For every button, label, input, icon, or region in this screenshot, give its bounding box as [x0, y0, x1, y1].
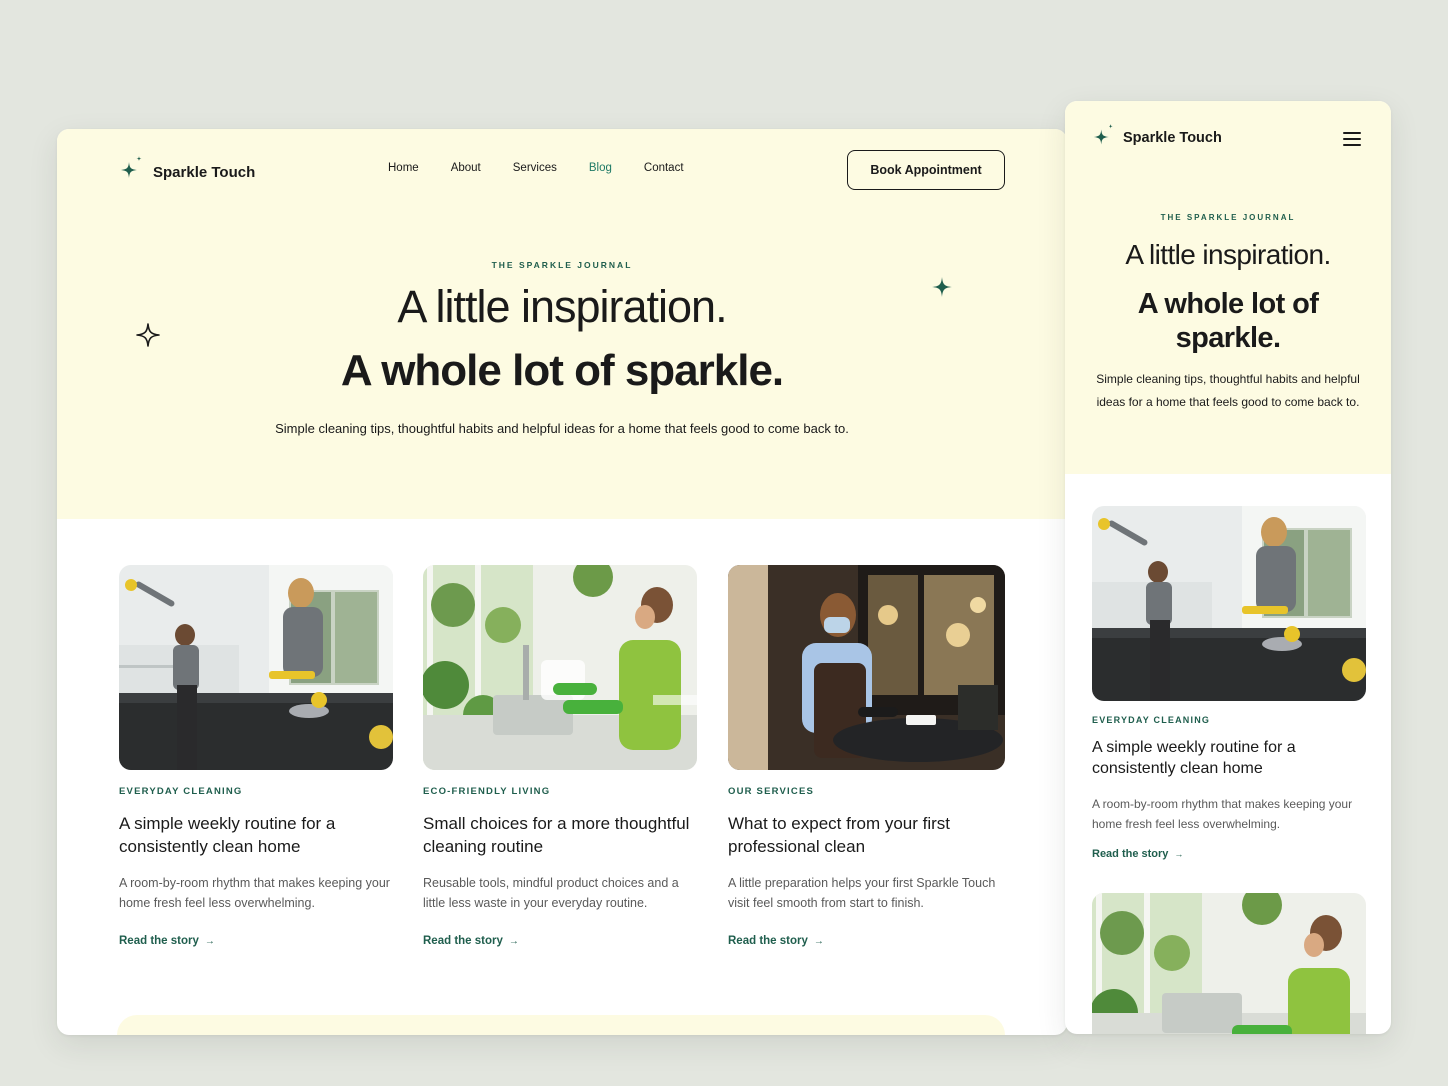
- mobile-post-card[interactable]: EVERYDAY CLEANING A simple weekly routin…: [1092, 506, 1366, 862]
- post-category: EVERYDAY CLEANING: [1092, 715, 1211, 725]
- mobile-hero-title-light: A little inspiration.: [1125, 239, 1331, 270]
- mobile-hero-section: Sparkle Touch THE SPARKLE JOURNAL A litt…: [1065, 101, 1391, 474]
- read-story-label: Read the story: [423, 935, 503, 947]
- arrow-right-icon: →: [204, 935, 215, 947]
- mobile-brand-logo[interactable]: Sparkle Touch: [1090, 121, 1222, 151]
- post-excerpt: Reusable tools, mindful product choices …: [423, 876, 679, 910]
- post-image[interactable]: [1092, 506, 1366, 701]
- hero-eyebrow: THE SPARKLE JOURNAL: [491, 260, 633, 270]
- mobile-brand-name: Sparkle Touch: [1123, 130, 1222, 146]
- post-excerpt: A room-by-room rhythm that makes keeping…: [1092, 797, 1353, 831]
- post-image[interactable]: [423, 565, 697, 770]
- post-excerpt: A room-by-room rhythm that makes keeping…: [119, 876, 390, 910]
- mobile-hero-eyebrow: THE SPARKLE JOURNAL: [1160, 213, 1296, 222]
- post-category: ECO-FRIENDLY LIVING: [423, 786, 551, 797]
- arrow-right-icon: →: [813, 935, 824, 947]
- post-image[interactable]: [119, 565, 393, 770]
- desktop-preview: Sparkle Touch Home About Services Blog C…: [57, 129, 1067, 1035]
- read-story-link[interactable]: Read the story →: [423, 935, 519, 947]
- hamburger-icon[interactable]: [1343, 132, 1361, 146]
- read-story-label: Read the story: [119, 935, 199, 947]
- read-story-link[interactable]: Read the story →: [119, 935, 215, 947]
- post-card[interactable]: EVERYDAY CLEANING A simple weekly routin…: [119, 565, 393, 949]
- hero-subtitle: Simple cleaning tips, thoughtful habits …: [275, 421, 849, 436]
- post-card[interactable]: ECO-FRIENDLY LIVING Small choices for a …: [423, 565, 697, 949]
- post-title[interactable]: A simple weekly routine for a consistent…: [119, 812, 393, 858]
- nav-blog[interactable]: Blog: [589, 162, 612, 174]
- read-story-label: Read the story: [728, 935, 808, 947]
- brand-logo[interactable]: Sparkle Touch: [117, 153, 255, 185]
- arrow-right-icon: →: [508, 935, 519, 947]
- hero-title-bold: A whole lot of sparkle.: [340, 346, 784, 395]
- brand-name: Sparkle Touch: [153, 163, 256, 181]
- arrow-right-icon: →: [1174, 849, 1184, 859]
- hero-title-light: A little inspiration.: [397, 281, 727, 332]
- post-excerpt: A little preparation helps your first Sp…: [728, 876, 996, 910]
- mobile-hero-title-bold: A whole lot of sparkle.: [1137, 288, 1319, 354]
- nav-home[interactable]: Home: [388, 162, 419, 174]
- nav-about[interactable]: About: [451, 162, 481, 174]
- nav-services[interactable]: Services: [513, 162, 557, 174]
- post-category: EVERYDAY CLEANING: [119, 786, 243, 797]
- post-image[interactable]: [728, 565, 1005, 770]
- post-title[interactable]: What to expect from your first professio…: [728, 812, 1005, 858]
- post-title[interactable]: A simple weekly routine for a consistent…: [1092, 737, 1366, 779]
- post-title[interactable]: Small choices for a more thoughtful clea…: [423, 812, 697, 858]
- nav-contact[interactable]: Contact: [644, 162, 684, 174]
- post-card[interactable]: OUR SERVICES What to expect from your fi…: [728, 565, 1005, 949]
- post-category: OUR SERVICES: [728, 786, 815, 797]
- sparkle-star-icon: [1093, 123, 1113, 145]
- book-appointment-button[interactable]: Book Appointment: [847, 150, 1005, 190]
- hero-section: Sparkle Touch Home About Services Blog C…: [57, 129, 1067, 519]
- mobile-hero-subtitle: Simple cleaning tips, thoughtful habits …: [1096, 372, 1360, 409]
- read-story-link[interactable]: Read the story →: [1092, 848, 1183, 860]
- mobile-preview: Sparkle Touch THE SPARKLE JOURNAL A litt…: [1065, 101, 1391, 1034]
- sparkle-star-icon: [121, 156, 142, 178]
- post-image[interactable]: [1092, 893, 1366, 1034]
- main-nav: Home About Services Blog Contact: [388, 162, 716, 174]
- next-section-preview: [117, 1015, 1005, 1035]
- read-story-link[interactable]: Read the story →: [728, 935, 824, 947]
- read-story-label: Read the story: [1092, 848, 1169, 860]
